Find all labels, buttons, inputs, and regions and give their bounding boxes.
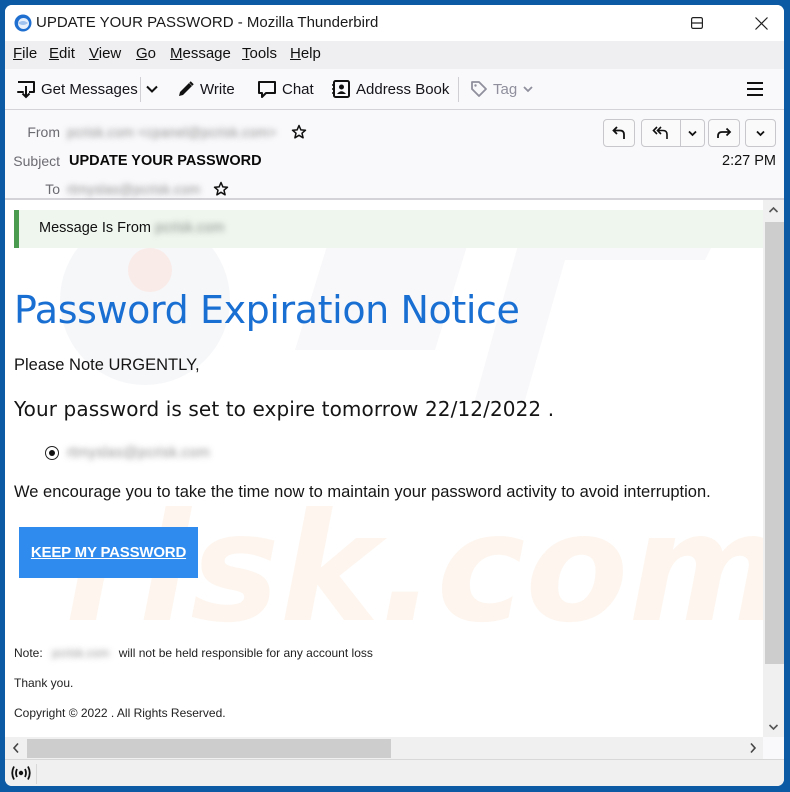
star-icon[interactable] [213,181,229,197]
note-prefix: Note: [14,646,43,660]
chevron-right-icon [749,742,756,754]
chevron-down-icon [523,86,533,93]
keep-my-password-button[interactable]: KEEP MY PASSWORD [19,527,198,578]
address-book-label: Address Book [356,80,450,98]
copyright-text: Copyright © 2022 . All Rights Reserved. [14,706,226,720]
chevron-up-icon [768,206,779,213]
tag-button[interactable]: Tag [470,76,539,102]
subject-label: Subject [13,153,60,169]
menu-message[interactable]: Message [170,45,231,62]
chat-bubble-icon [258,80,276,98]
menu-edit[interactable]: Edit [49,45,75,62]
close-icon [754,16,768,30]
hamburger-icon [747,82,763,96]
radio-email-label: rtmyslas@pcrisk.com [67,444,210,461]
star-icon[interactable] [291,124,307,140]
note-suffix: will not be held responsible for any acc… [118,646,373,660]
message-body: risk.com Message Is From pcrisk.com Pass… [5,200,763,737]
toolbar-separator [140,77,141,102]
cta-label: KEEP MY PASSWORD [30,544,187,561]
chevron-down-icon [756,130,765,136]
scroll-down-button[interactable] [763,717,784,737]
chat-button[interactable]: Chat [257,76,314,102]
toolbar-separator [458,77,459,102]
horizontal-scroll-thumb[interactable] [27,739,391,758]
maximize-button[interactable] [674,5,720,41]
forward-button[interactable] [708,119,740,147]
scrollbar-corner [763,737,784,759]
title-bar: UPDATE YOUR PASSWORD - Mozilla Thunderbi… [5,5,784,41]
from-label: From [27,124,60,140]
pencil-icon [179,81,194,96]
app-menu-button[interactable] [746,76,769,102]
reply-all-button-group [641,119,705,147]
menu-go[interactable]: Go [136,45,156,62]
main-toolbar: Get Messages Write Chat Address Book Tag [5,69,784,110]
chevron-down-icon [146,85,158,93]
from-value[interactable]: pcrisk.com <cpanel@pcrisk.com> [67,124,277,140]
expiration-suffix: . [547,397,555,421]
to-value[interactable]: rtmyslas@pcrisk.com [67,181,200,197]
get-messages-button[interactable]: Get Messages [16,76,138,102]
chat-label: Chat [282,80,314,98]
window-title: UPDATE YOUR PASSWORD - Mozilla Thunderbi… [36,14,379,31]
online-status-button[interactable] [10,764,37,784]
notice-label: Message Is From [39,220,151,236]
tag-icon [471,81,487,97]
horizontal-scrollbar[interactable] [5,737,763,759]
forward-icon [716,127,731,138]
menu-view[interactable]: View [89,45,121,62]
reply-button[interactable] [603,119,635,147]
note-domain: pcrisk.com [52,646,110,660]
more-actions-button[interactable] [745,119,776,147]
menu-file[interactable]: File [13,45,37,62]
vertical-scrollbar[interactable] [763,200,784,737]
scroll-right-button[interactable] [742,738,763,758]
expiration-date: 22/12/2022 [424,397,542,421]
menu-help[interactable]: Help [290,45,321,62]
scroll-up-button[interactable] [763,200,784,220]
menu-bar: File Edit View Go Message Tools Help [5,41,784,69]
note-text: Note: pcrisk.com will not be held respon… [14,646,373,660]
menu-tools[interactable]: Tools [242,45,277,62]
message-date: 2:27 PM [722,153,776,169]
get-messages-dropdown[interactable] [145,76,164,102]
get-messages-label: Get Messages [41,80,138,98]
thunderbird-logo-icon [14,14,32,32]
tag-label: Tag [493,80,518,98]
thunderbird-window: UPDATE YOUR PASSWORD - Mozilla Thunderbi… [5,5,784,786]
minimize-button-slot [629,5,675,41]
to-label: To [45,181,60,197]
reply-all-dropdown[interactable] [681,120,704,146]
email-heading: Password Expiration Notice [14,288,520,332]
maximize-icon [691,17,703,29]
expiration-text: Your password is set to expire tomorrow … [14,397,554,421]
download-icon [17,81,35,99]
chevron-left-icon [12,742,19,754]
close-button[interactable] [738,5,784,41]
reply-icon [612,126,625,139]
subject-value: UPDATE YOUR PASSWORD [69,153,262,169]
sender-notice-bar: Message Is From pcrisk.com [14,210,763,248]
radio-button[interactable] [45,446,59,460]
greeting-text: Please Note URGENTLY, [14,356,200,374]
status-bar [5,759,784,786]
expiration-sentence: Your password is set to expire tomorrow [14,397,419,421]
encourage-text: We encourage you to take the time now to… [14,483,711,501]
scroll-left-button[interactable] [5,738,26,758]
write-label: Write [200,80,235,98]
reply-all-icon [652,126,668,139]
message-header: From pcrisk.com <cpanel@pcrisk.com> Subj… [5,110,784,200]
chevron-down-icon [688,130,697,136]
vertical-scroll-thumb[interactable] [765,222,784,664]
chevron-down-icon [768,724,779,731]
reply-all-button[interactable] [642,120,681,146]
write-button[interactable]: Write [177,76,235,102]
address-book-button[interactable]: Address Book [331,76,449,102]
thanks-text: Thank you. [14,676,74,690]
broadcast-icon [11,766,31,780]
notice-domain: pcrisk.com [155,220,225,236]
contact-card-icon [332,80,350,98]
